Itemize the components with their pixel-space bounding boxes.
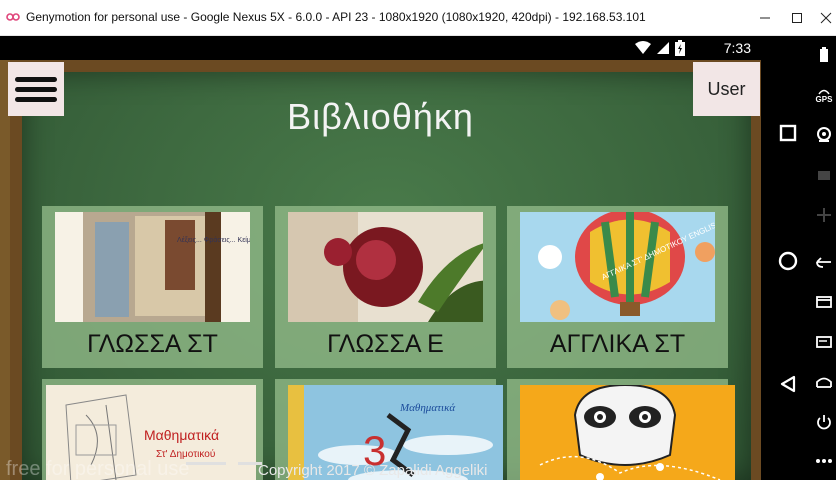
book-label: ΓΛΩΣΣΑ ΣΤ [87,330,218,358]
genymotion-logo-icon [6,13,20,21]
genymotion-side-panel: GPS [761,36,836,480]
glossa-e-cover [288,212,483,322]
window-title: Genymotion for personal use - Google Nex… [26,10,646,24]
home-button[interactable] [771,244,805,278]
cover-title: Μαθηματικά [144,427,219,443]
footer: free for personal use Copyright 2017 © Z… [0,458,761,480]
book-card-glossa-st[interactable]: Λέξεις... Φράσεις... Κείμενα ΓΛΩΣΣΑ ΣΤ [42,206,263,368]
close-icon [820,12,832,24]
glossa-st-cover: Λέξεις... Φράσεις... Κείμενα [55,212,250,322]
page-title: Βιβλιοθήκη [287,96,474,137]
wifi-icon [635,41,651,54]
hamburger-menu-icon [15,76,57,82]
cover-title: Μαθηματικά [399,402,455,414]
identifiers-icon[interactable] [813,291,835,313]
gps-icon[interactable]: GPS [813,84,835,106]
video-icon[interactable] [813,164,835,186]
footer-divider [186,462,226,465]
footer-copyright: Copyright 2017 © Zapalidi Aggeliki [258,462,488,479]
more-icon[interactable] [813,450,835,472]
window-titlebar: Genymotion for personal use - Google Nex… [0,0,836,36]
rotate-icon[interactable] [813,251,835,273]
menu-icon[interactable] [813,331,835,353]
status-time: 7:33 [723,40,751,56]
home-circle-icon [778,251,798,271]
dpad-icon[interactable] [813,204,835,226]
camera-icon[interactable] [813,124,835,146]
home-icon[interactable] [813,371,835,393]
book-card-glossa-e[interactable]: ΓΛΩΣΣΑ Ε [275,206,496,368]
back-button[interactable] [771,367,805,401]
minimize-icon [760,17,770,19]
recents-button[interactable] [771,116,805,150]
status-bar: 7:33 [0,36,761,60]
gps-label: GPS [815,94,833,104]
hamburger-line [15,86,57,92]
recents-square-icon [779,124,797,142]
battery-charging-icon [675,40,685,56]
maximize-icon [792,13,802,23]
back-triangle-icon [780,375,796,393]
footer-watermark: free for personal use [6,458,190,480]
book-label: ΑΓΓΛΙΚΑ ΣΤ [549,330,686,358]
close-button[interactable] [806,0,836,36]
agglika-st-cover: ΑΓΓΛΙΚΑ ΣΤ' ΔΗΜΟΤΙΚΟΥ ENGLISH 6th GRADE [520,212,715,322]
power-icon[interactable] [813,411,835,433]
battery-icon[interactable] [813,44,835,66]
android-screen: 7:33 User Βιβλιοθήκη Λέξεις... Φράσεις..… [0,36,761,480]
signal-icon [657,42,669,54]
book-label: ΓΛΩΣΣΑ Ε [327,330,444,358]
cover-text: Λέξεις... Φράσεις... Κείμενα [177,236,250,244]
book-card-agglika-st[interactable]: ΑΓΓΛΙΚΑ ΣΤ' ΔΗΜΟΤΙΚΟΥ ENGLISH 6th GRADE … [507,206,728,368]
